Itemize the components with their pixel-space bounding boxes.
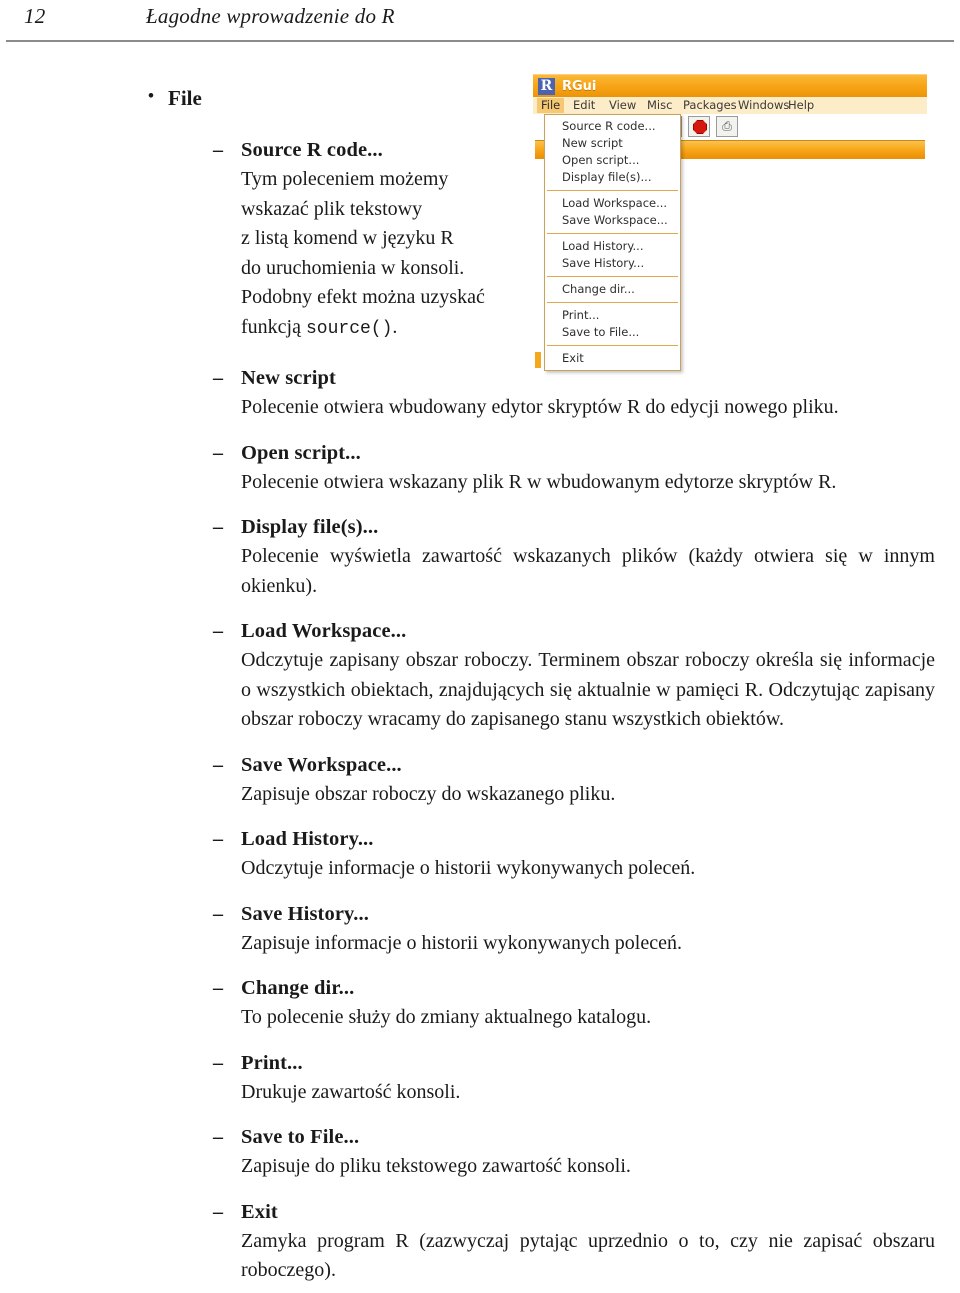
- menu-item-save-workspace[interactable]: Save Workspace...: [545, 212, 680, 229]
- dash-marker: –: [213, 441, 224, 464]
- list-item-change-dir: – Change dir... To polecenie służy do zm…: [0, 973, 960, 1033]
- sub-item-body: Odczytuje zapisany obszar roboczy. Termi…: [241, 649, 935, 730]
- list-item-save-history: – Save History... Zapisuje informacje o …: [0, 899, 960, 959]
- menu-separator: [547, 233, 678, 234]
- sub-item-label: Load History...: [241, 828, 374, 850]
- menu-separator: [547, 276, 678, 277]
- list-item-file: • File: [0, 86, 960, 111]
- dash-marker: –: [213, 1051, 224, 1074]
- list-item-save-to-file: – Save to File... Zapisuje do pliku teks…: [0, 1122, 960, 1182]
- body-line-code: funkcją source().: [241, 313, 505, 345]
- running-title: Łagodne wprowadzenie do R: [146, 4, 395, 28]
- sub-item-body: Zapisuje obszar roboczy do wskazanego pl…: [241, 782, 616, 805]
- sub-item-title: – Print...: [0, 1048, 960, 1078]
- bullet-marker: •: [148, 86, 154, 105]
- sub-item-label: Save History...: [241, 902, 369, 925]
- sub-item-title: – Save Workspace...: [0, 750, 960, 780]
- sub-item-label: Change dir...: [241, 977, 355, 999]
- code-line-prefix: funkcją: [241, 315, 306, 338]
- sub-item-body: Zapisuje informacje o historii wykonywan…: [241, 931, 682, 954]
- list-item-new-script: – New script Polecenie otwiera wbudowany…: [0, 363, 960, 423]
- menu-item-print[interactable]: Print...: [545, 307, 680, 324]
- list-item-label: File: [168, 86, 202, 110]
- sub-item-body: Odczytuje informacje o historii wykonywa…: [241, 857, 696, 879]
- list-item-display-files: – Display file(s)... Polecenie wyświetla…: [0, 512, 960, 601]
- dash-marker: –: [213, 753, 224, 776]
- sub-item-title: – Change dir...: [0, 973, 960, 1003]
- sub-item-label: Load Workspace...: [241, 620, 407, 642]
- sub-item-label: Save to File...: [241, 1126, 360, 1148]
- sub-item-label: New script: [241, 367, 336, 389]
- menu-item-load-workspace[interactable]: Load Workspace...: [545, 195, 680, 212]
- menu-separator: [547, 302, 678, 303]
- body-line: Podobny efekt można uzyskać: [241, 286, 485, 308]
- sub-item-title: – Open script...: [0, 438, 960, 468]
- dash-marker: –: [213, 620, 224, 642]
- bullet-row: • File: [0, 86, 960, 111]
- sub-item-label: Print...: [241, 1051, 303, 1074]
- list-item-save-workspace: – Save Workspace... Zapisuje obszar robo…: [0, 750, 960, 810]
- body-line: Tym poleceniem możemy: [241, 168, 449, 190]
- list-item-load-history: – Load History... Odczytuje informacje o…: [0, 824, 960, 884]
- file-dropdown-menu[interactable]: Source R code... New script Open script.…: [544, 114, 681, 371]
- sub-item-title: – Save to File...: [0, 1122, 960, 1152]
- sub-item-label: Open script...: [241, 441, 361, 464]
- list-item-print: – Print... Drukuje zawartość konsoli.: [0, 1048, 960, 1108]
- sub-item-title: – New script: [0, 363, 960, 393]
- menu-separator: [547, 190, 678, 191]
- body-line: z listą komend w języku R: [241, 227, 454, 249]
- menu-item-change-dir[interactable]: Change dir...: [545, 281, 680, 298]
- sub-item-body: Drukuje zawartość konsoli.: [241, 1080, 461, 1103]
- sub-item-body: Polecenie otwiera wbudowany edytor skryp…: [241, 396, 839, 418]
- sub-item-label: Exit: [241, 1200, 278, 1223]
- body-line: wskazać plik tekstowy: [241, 197, 423, 220]
- menu-item-display-files[interactable]: Display file(s)...: [545, 169, 680, 186]
- sub-item-body: Zamyka program R (zazwyczaj pytając uprz…: [241, 1229, 935, 1282]
- sub-item-label: Display file(s)...: [241, 516, 379, 538]
- code-line-suffix: .: [392, 315, 398, 338]
- body-line: do uruchomienia w konsoli.: [241, 256, 465, 279]
- sub-item-body: Zapisuje do pliku tekstowego zawartość k…: [241, 1155, 631, 1177]
- inline-code: source(): [305, 318, 393, 339]
- dash-marker: –: [213, 516, 224, 538]
- sub-item-label: Source R code...: [241, 139, 383, 161]
- sub-item-title: – Source R code...: [0, 135, 960, 165]
- menu-item-open-script[interactable]: Open script...: [545, 152, 680, 169]
- list-item-open-script: – Open script... Polecenie otwiera wskaz…: [0, 438, 960, 498]
- menu-item-load-history[interactable]: Load History...: [545, 238, 680, 255]
- sub-item-title: – Exit: [0, 1197, 960, 1227]
- menu-item-new-script[interactable]: New script: [545, 135, 680, 152]
- header-rule: [6, 40, 954, 42]
- menu-item-exit[interactable]: Exit: [545, 350, 680, 367]
- dash-marker: –: [213, 139, 224, 161]
- sub-list: – Source R code... Tym poleceniem możemy…: [0, 135, 960, 1286]
- sub-item-body: Polecenie wyświetla zawartość wskazanych…: [241, 545, 935, 597]
- sub-item-body: Polecenie otwiera wskazany plik R w wbud…: [241, 470, 837, 493]
- window-edge-marker: [535, 352, 541, 368]
- menu-item-source-r-code[interactable]: Source R code...: [545, 118, 680, 135]
- sub-item-title: – Display file(s)...: [0, 512, 960, 542]
- page-number: 12: [24, 4, 46, 28]
- dash-marker: –: [213, 1200, 224, 1223]
- menu-item-save-history[interactable]: Save History...: [545, 255, 680, 272]
- page-body: • File – Source R code... Tym poleceniem…: [0, 44, 960, 1286]
- menu-item-save-to-file[interactable]: Save to File...: [545, 324, 680, 341]
- dash-marker: –: [213, 828, 224, 850]
- page-running-header: 12 Łagodne wprowadzenie do R: [0, 0, 960, 44]
- sub-item-title: – Save History...: [0, 899, 960, 929]
- sub-item-label: Save Workspace...: [241, 753, 402, 776]
- list-item-source-r-code: – Source R code... Tym poleceniem możemy…: [0, 135, 960, 344]
- dash-marker: –: [213, 977, 224, 999]
- menu-separator: [547, 345, 678, 346]
- dash-marker: –: [213, 902, 224, 925]
- sub-item-title: – Load History...: [0, 824, 960, 854]
- sub-item-body: To polecenie służy do zmiany aktualnego …: [241, 1006, 652, 1028]
- list-item-load-workspace: – Load Workspace... Odczytuje zapisany o…: [0, 616, 960, 735]
- sub-item-body: Tym poleceniem możemy wskazać plik tekst…: [0, 165, 960, 344]
- sub-item-title: – Load Workspace...: [0, 616, 960, 646]
- dash-marker: –: [213, 1126, 224, 1148]
- dash-marker: –: [213, 367, 224, 389]
- list-item-exit: – Exit Zamyka program R (zazwyczaj pytaj…: [0, 1197, 960, 1286]
